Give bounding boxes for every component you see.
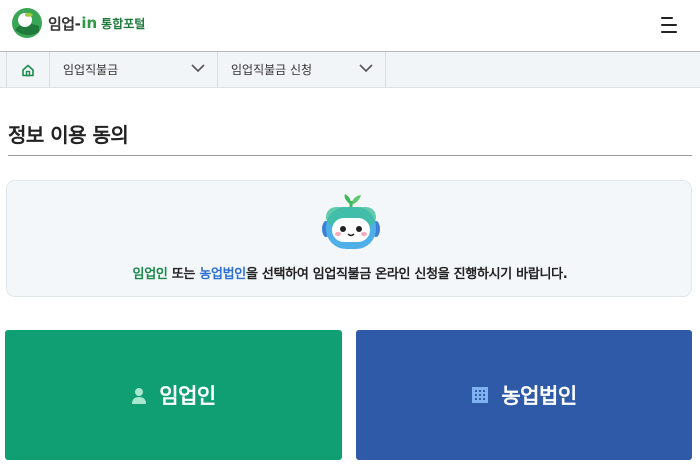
corporation-select-button[interactable]: 농업법인 — [356, 330, 692, 460]
notice-corp-keyword: 농업법인 — [199, 267, 246, 282]
logo-text: 임업- — [48, 14, 81, 33]
notice-forester-keyword: 임업인 — [132, 267, 168, 282]
title-divider — [8, 155, 692, 156]
chevron-down-icon — [191, 64, 205, 73]
person-icon — [132, 387, 147, 404]
mascot-robot-icon — [322, 194, 380, 249]
breadcrumb-level2-label: 임업직불금 신청 — [231, 63, 313, 77]
chevron-down-icon — [359, 64, 373, 73]
notice-message: 임업인 또는 농업법인을 선택하여 임업직불금 온라인 신청을 진행하시기 바랍… — [7, 263, 693, 282]
breadcrumb-level1[interactable]: 임업직불금 — [50, 52, 218, 87]
menu-button[interactable] — [654, 12, 684, 38]
top-header: 임업- in 통합포털 — [0, 0, 700, 52]
breadcrumb: 임업직불금 임업직불금 신청 — [0, 52, 700, 88]
breadcrumb-level1-label: 임업직불금 — [63, 63, 119, 77]
home-icon — [22, 64, 34, 76]
notice-text-rest: 을 선택하여 임업직불금 온라인 신청을 진행하시기 바랍니다. — [245, 267, 568, 282]
notice-text-or: 또는 — [167, 267, 200, 282]
forester-label: 임업인 — [159, 384, 216, 408]
site-logo[interactable]: 임업- in 통합포털 — [10, 6, 145, 40]
breadcrumb-level2[interactable]: 임업직불금 신청 — [218, 52, 386, 87]
notice-box: 임업인 또는 농업법인을 선택하여 임업직불금 온라인 신청을 진행하시기 바랍… — [6, 180, 692, 297]
logo-in-text: in — [81, 14, 98, 32]
building-icon — [472, 387, 489, 403]
logo-sub-text: 통합포털 — [101, 16, 146, 31]
corporation-label: 농업법인 — [501, 384, 577, 408]
forester-select-button[interactable]: 임업인 — [5, 330, 342, 460]
breadcrumb-home[interactable] — [6, 52, 50, 87]
logo-emblem-icon — [12, 8, 42, 38]
page-title: 정보 이용 동의 — [8, 123, 129, 147]
